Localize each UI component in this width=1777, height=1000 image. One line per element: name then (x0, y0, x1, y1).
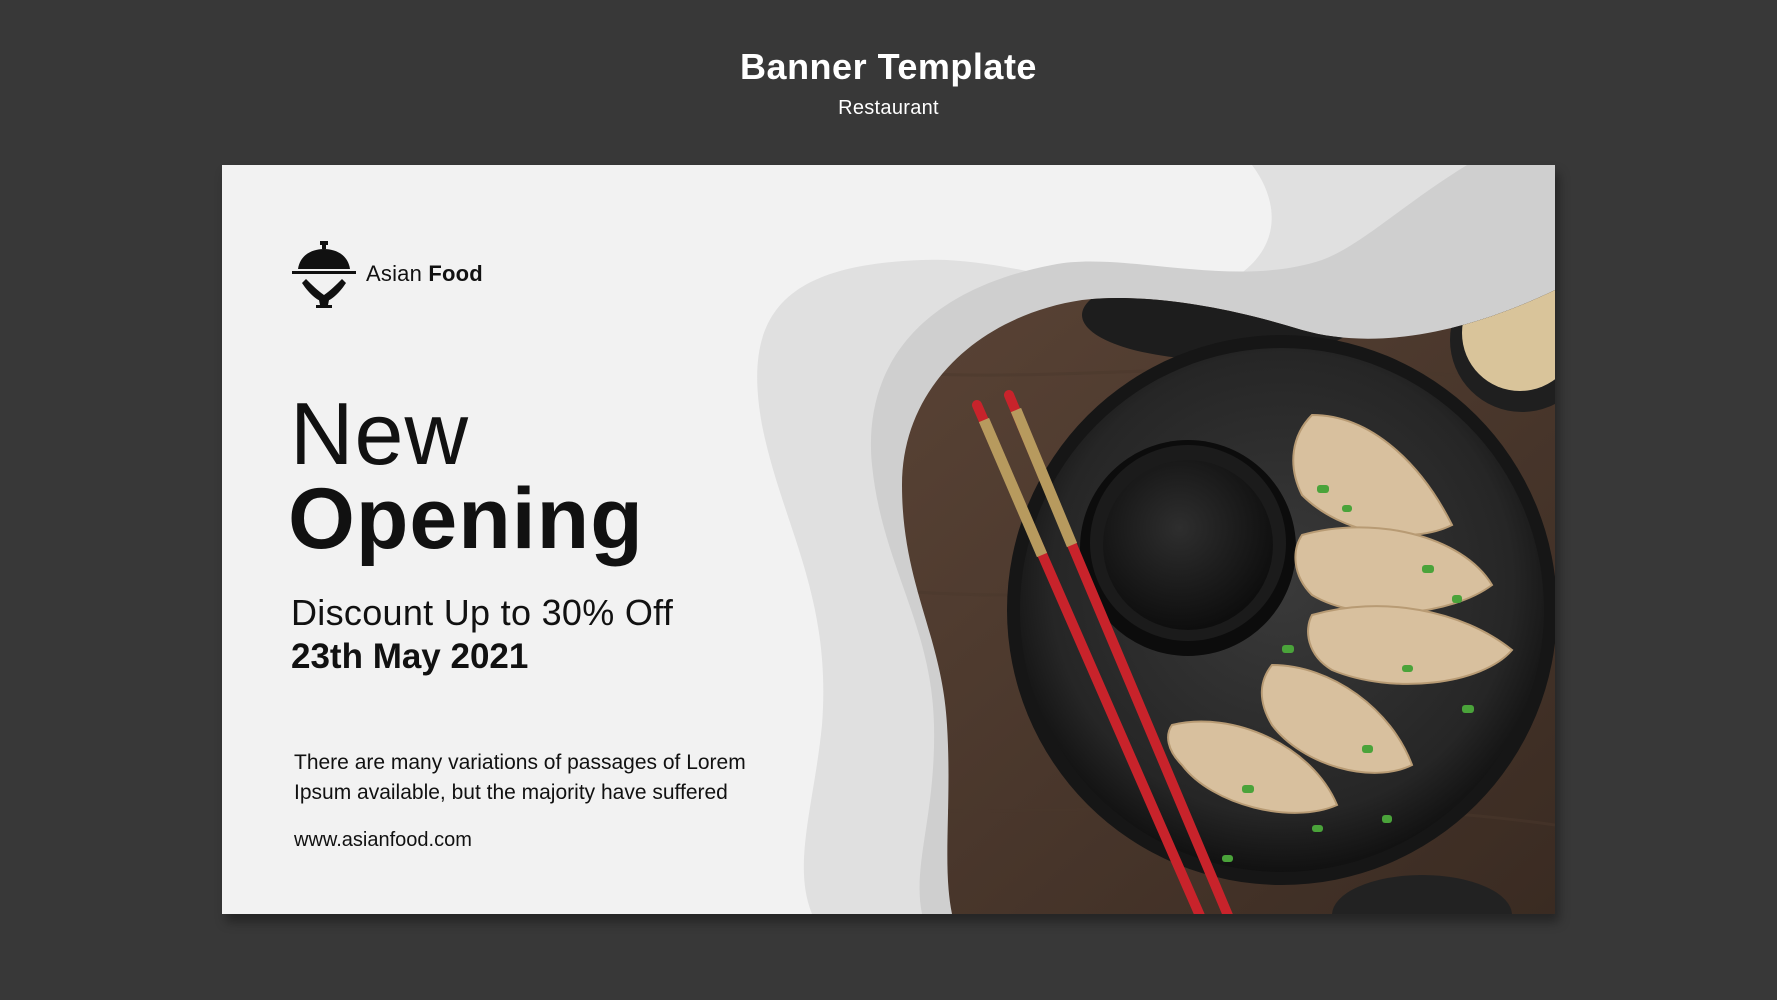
cloche-icon (292, 241, 356, 308)
restaurant-banner: Asian Food New Opening Discount Up to 30… (222, 165, 1555, 914)
body-text: There are many variations of passages of… (294, 748, 854, 808)
page-subtitle: Restaurant (838, 97, 939, 119)
logo-text-bold: Food (428, 261, 483, 286)
headline-opening: Opening (288, 471, 644, 567)
headline-new: New (290, 384, 470, 483)
page-title: Banner Template (740, 46, 1037, 87)
logo: Asian Food (292, 239, 483, 309)
logo-text-light: Asian (366, 261, 429, 286)
event-date: 23th May 2021 (291, 637, 529, 676)
discount-text: Discount Up to 30% Off (291, 592, 674, 633)
body-line-2: Ipsum available, but the majority have s… (294, 781, 728, 804)
body-line-1: There are many variations of passages of… (294, 751, 746, 774)
website-url: www.asianfood.com (294, 829, 472, 851)
logo-text: Asian Food (366, 261, 483, 287)
